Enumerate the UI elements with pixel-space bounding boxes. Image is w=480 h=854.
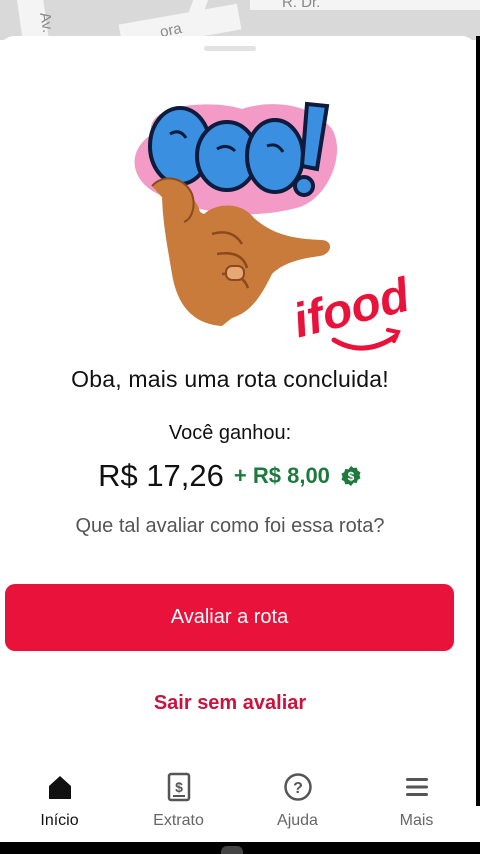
svg-text:$: $ (348, 470, 355, 484)
home-icon (45, 772, 75, 802)
rate-prompt: Que tal avaliar como foi essa rota? (75, 515, 385, 537)
menu-icon (402, 772, 432, 802)
svg-text:$: $ (175, 779, 183, 795)
ifood-logo: ifood (288, 268, 416, 351)
nav-label-inicio: Início (40, 812, 79, 829)
svg-text:?: ? (293, 780, 303, 797)
skip-rating-link[interactable]: Sair sem avaliar (0, 692, 460, 715)
earned-amount: R$ 17,26 (98, 458, 224, 493)
rate-route-button[interactable]: Avaliar a rota (5, 584, 454, 651)
earnings-row: R$ 17,26 + R$ 8,00 $ (0, 454, 460, 498)
help-icon: ? (283, 772, 313, 802)
nav-item-inicio[interactable]: Início (0, 760, 119, 842)
statement-icon: $ (164, 772, 194, 802)
screen-edge (476, 36, 480, 806)
nav-label-ajuda: Ajuda (277, 812, 318, 829)
route-complete-title: Oba, mais uma rota concluida! (71, 366, 389, 392)
bonus-amount: + R$ 8,00 (233, 463, 330, 488)
map-background: Av. ora R. Dr. (0, 0, 480, 40)
sheet-drag-handle[interactable] (204, 46, 256, 51)
map-label-av: Av. (36, 11, 57, 34)
bottom-navigation: Início $ Extrato ? Ajuda Mais (0, 760, 476, 842)
nav-label-mais: Mais (399, 812, 434, 829)
nav-label-extrato: Extrato (153, 812, 204, 829)
boa-sticker-illustration: ifood (134, 101, 416, 351)
nav-item-ajuda[interactable]: ? Ajuda (238, 760, 357, 842)
earned-label: Você ganhou: (168, 422, 292, 444)
nav-item-mais[interactable]: Mais (357, 760, 476, 842)
map-label-rdr: R. Dr. (282, 0, 321, 11)
nav-item-extrato[interactable]: $ Extrato (119, 760, 238, 842)
home-indicator[interactable] (221, 846, 243, 854)
money-badge-icon: $ (340, 465, 362, 487)
